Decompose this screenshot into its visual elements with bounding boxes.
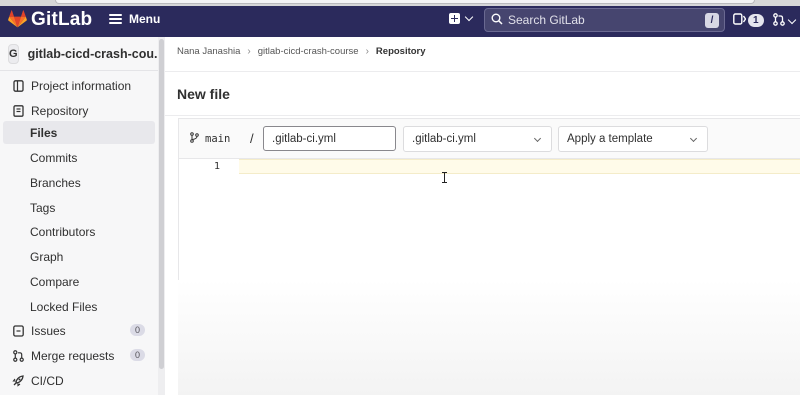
sidebar-item-commits[interactable]: Commits (3, 146, 155, 169)
sidebar-item-label: Project information (31, 78, 132, 93)
gitlab-home-link[interactable]: GitLab (8, 9, 92, 31)
issues-count-badge: 0 (129, 324, 145, 336)
sidebar-item-cicd[interactable]: CI/CD (3, 369, 155, 392)
branch-indicator: main (190, 132, 230, 146)
chevron-down-icon (689, 134, 698, 143)
sidebar-item-label: Tags (30, 200, 56, 215)
search-input[interactable] (508, 13, 688, 27)
page-title: New file (177, 86, 230, 102)
sidebar-item-repository[interactable]: Repository (3, 99, 155, 122)
breadcrumb-item-current[interactable]: Repository (376, 46, 426, 57)
text-cursor-icon (442, 172, 447, 183)
plus-square-icon (449, 13, 460, 24)
sidebar-item-label: Contributors (30, 224, 96, 239)
sidebar-item-label: Locked Files (30, 299, 98, 314)
file-type-dropdown[interactable]: .gitlab-ci.yml (403, 126, 552, 152)
sidebar-item-label: Files (30, 125, 58, 140)
sidebar-item-files[interactable]: Files (3, 121, 155, 144)
info-icon (12, 79, 24, 92)
main-menu-button[interactable]: Menu (109, 12, 160, 26)
mr-count-badge: 1 (748, 14, 764, 27)
sidebar-item-label: Compare (30, 274, 80, 289)
file-name-input[interactable] (263, 126, 396, 151)
line-number: 1 (214, 161, 221, 172)
sidebar-item-merge-requests[interactable]: Merge requests 0 (3, 344, 155, 367)
sidebar-item-label: CI/CD (31, 373, 64, 388)
project-avatar: G (8, 43, 19, 64)
chevron-down-icon (533, 134, 542, 143)
branch-name: main (205, 133, 231, 145)
chevron-down-icon (464, 12, 474, 22)
sidebar-item-tags[interactable]: Tags (3, 196, 155, 219)
search-icon (491, 13, 503, 28)
merge-requests-count-badge: 0 (129, 349, 145, 361)
browser-chrome-edge (0, 0, 800, 6)
gitlab-logo-icon (8, 9, 27, 31)
merge-request-icon (12, 349, 24, 362)
sidebar-item-label: Issues (31, 323, 66, 338)
sidebar-item-issues[interactable]: Issues 0 (3, 319, 155, 342)
breadcrumb-separator: › (365, 46, 369, 57)
book-icon (12, 104, 24, 117)
sidebar-scrollbar[interactable] (158, 37, 165, 395)
divider (165, 71, 800, 72)
file-type-selected: .gitlab-ci.yml (412, 133, 476, 145)
merge-request-icon (773, 13, 785, 29)
sidebar-item-graph[interactable]: Graph (3, 245, 155, 268)
breadcrumb-item-project[interactable]: gitlab-cicd-crash-course (258, 46, 359, 57)
sidebar-item-compare[interactable]: Compare (3, 270, 155, 293)
branch-icon (190, 132, 199, 146)
path-separator: / (250, 131, 254, 146)
divider (165, 115, 800, 116)
sidebar-item-label: Merge requests (31, 348, 115, 363)
breadcrumb-item-user[interactable]: Nana Janashia (177, 46, 240, 57)
active-line-highlight[interactable] (239, 159, 800, 174)
editor-background (178, 280, 800, 395)
sidebar-item-branches[interactable]: Branches (3, 171, 155, 194)
sidebar-item-contributors[interactable]: Contributors (3, 220, 155, 243)
project-name: gitlab-cicd-crash-cou... (27, 46, 165, 61)
breadcrumb-separator: › (247, 46, 251, 57)
hamburger-icon (109, 14, 122, 24)
scrollbar-thumb[interactable] (159, 39, 164, 369)
rocket-icon (12, 374, 24, 387)
chevron-down-icon (787, 15, 797, 24)
search-box[interactable]: / (484, 8, 725, 32)
sidebar-item-label: Repository (31, 103, 89, 118)
merge-requests-menu[interactable] (773, 13, 797, 29)
project-header[interactable]: G gitlab-cicd-crash-cou... (0, 37, 164, 71)
gitlab-wordmark: GitLab (31, 9, 93, 30)
sidebar-item-locked-files[interactable]: Locked Files (3, 295, 155, 318)
sidebar-item-label: Branches (30, 175, 81, 190)
sidebar-item-label: Graph (30, 249, 64, 264)
new-item-dropdown[interactable] (449, 12, 474, 24)
search-shortcut-key: / (705, 13, 719, 28)
merge-request-review-icon (733, 13, 747, 28)
sidebar-item-label: Commits (30, 150, 78, 165)
project-sidebar: G gitlab-cicd-crash-cou... Project infor… (0, 37, 165, 395)
template-selected: Apply a template (567, 133, 653, 145)
menu-label: Menu (129, 12, 161, 26)
sidebar-item-project-information[interactable]: Project information (3, 74, 155, 97)
breadcrumb: Nana Janashia › gitlab-cicd-crash-course… (177, 46, 426, 57)
issues-icon (12, 324, 24, 337)
review-requests-indicator[interactable]: 1 (733, 13, 764, 28)
template-dropdown[interactable]: Apply a template (558, 126, 708, 152)
